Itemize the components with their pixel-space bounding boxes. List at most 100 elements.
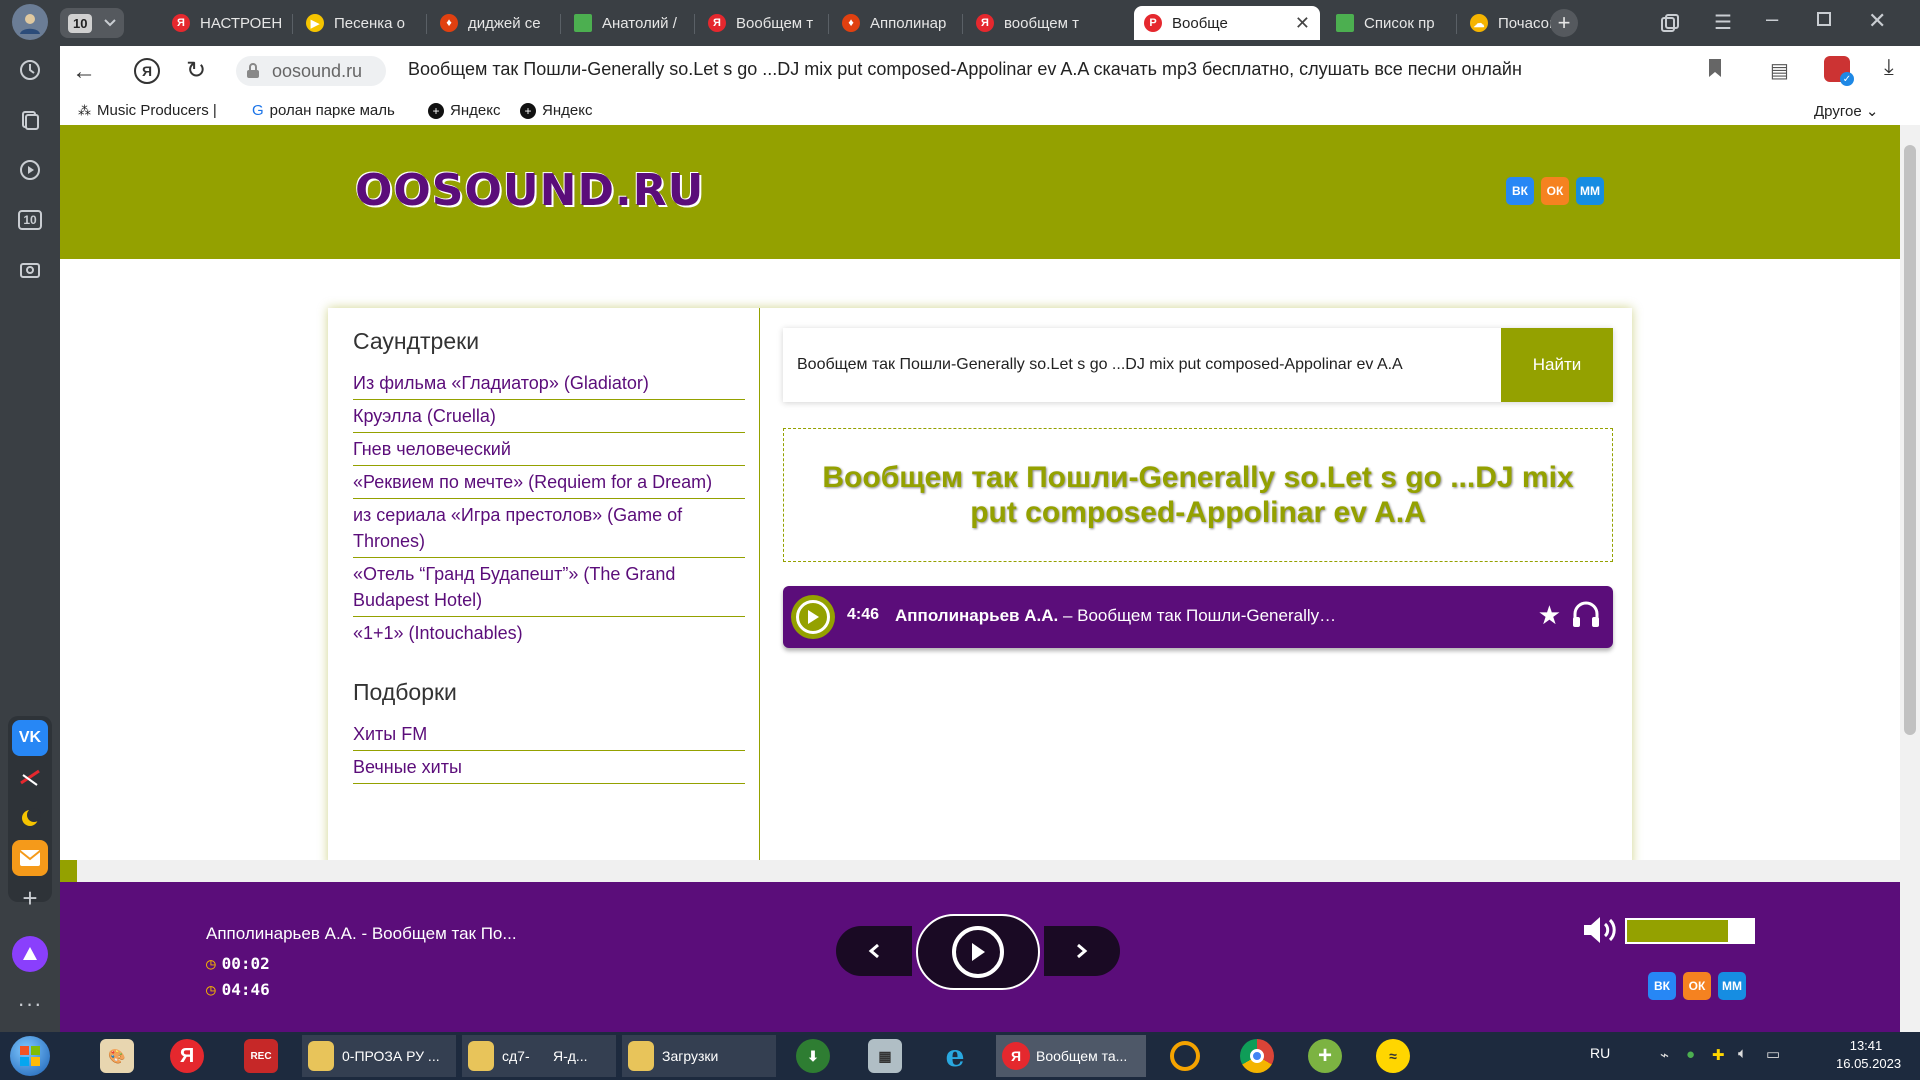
tabs-counter-icon[interactable]: 10 xyxy=(12,202,48,238)
tab-6[interactable]: ♦ Апполинар xyxy=(832,6,962,40)
music-app-icon[interactable] xyxy=(12,760,48,796)
tab-active[interactable]: P Вообще ✕ xyxy=(1134,6,1320,40)
taskbar-plus-app[interactable]: + xyxy=(1308,1035,1342,1077)
bookmarks-panel-icon[interactable] xyxy=(1660,13,1682,33)
taskbar-yandex[interactable]: Я xyxy=(170,1035,204,1077)
nav-link-cruella[interactable]: Круэлла (Cruella) xyxy=(353,400,745,433)
start-button[interactable] xyxy=(10,1036,50,1076)
tray-clock[interactable]: 13:41 16.05.2023 xyxy=(1836,1038,1901,1071)
search-button[interactable]: Найти xyxy=(1501,328,1613,402)
tray-network-icon[interactable]: ⌁ xyxy=(1660,1046,1669,1064)
tray-volume-icon[interactable]: 🔈︎ xyxy=(1738,1045,1747,1062)
minimize-icon[interactable]: – xyxy=(1766,6,1778,32)
next-button[interactable] xyxy=(1044,926,1120,976)
ok-share-icon[interactable]: ОК xyxy=(1683,972,1711,1000)
taskbar-chrome[interactable] xyxy=(1240,1035,1274,1077)
reload-icon[interactable]: ↻ xyxy=(186,56,206,85)
play-pause-button[interactable] xyxy=(916,914,1040,990)
mail-app-icon[interactable] xyxy=(12,840,48,876)
nav-link-vechnye-hity[interactable]: Вечные хиты xyxy=(353,751,745,784)
tab-7[interactable]: Явообщем т xyxy=(966,6,1096,40)
tray-plus-icon[interactable]: ✚ xyxy=(1712,1046,1725,1064)
more-icon[interactable]: ··· xyxy=(12,986,48,1022)
mailru-share-icon[interactable]: ММ xyxy=(1718,972,1746,1000)
vk-share-icon[interactable]: ВК xyxy=(1648,972,1676,1000)
player-progress-track[interactable] xyxy=(60,860,1900,882)
taskbar-recorder[interactable]: REC xyxy=(244,1035,278,1077)
weather-app-icon[interactable] xyxy=(12,800,48,836)
bookmark-music-producers[interactable]: ⁂ Music Producers | xyxy=(78,102,217,119)
mailru-share-icon[interactable]: ММ xyxy=(1576,177,1604,205)
taskbar-yellow-app[interactable]: ≈ xyxy=(1376,1035,1410,1077)
maximize-icon[interactable] xyxy=(1817,12,1831,26)
tab-4[interactable]: Анатолий / xyxy=(564,6,694,40)
tab-3[interactable]: ♦ диджей се xyxy=(430,6,560,40)
site-logo[interactable]: OOSOUND.RU xyxy=(355,165,704,216)
ok-share-icon[interactable]: ОК xyxy=(1541,177,1569,205)
chrome-icon xyxy=(1240,1039,1274,1073)
tab-9[interactable]: Список пр xyxy=(1326,6,1456,40)
reader-icon[interactable]: ▤ xyxy=(1770,58,1789,83)
bookmarks-other[interactable]: Другое ⌄ xyxy=(1814,102,1878,120)
yandex-home-icon[interactable]: Я xyxy=(134,58,160,84)
back-icon[interactable]: ← xyxy=(72,58,96,86)
track-duration: 4:46 xyxy=(847,606,880,623)
collections-icon[interactable] xyxy=(12,102,48,138)
download-icon[interactable]: ⤓ xyxy=(1884,54,1894,80)
headphones-icon[interactable] xyxy=(1571,600,1601,633)
add-app-icon[interactable]: + xyxy=(12,880,48,916)
page-title[interactable]: Вообщем так Пошли-Generally so.Let s go … xyxy=(408,59,1738,80)
nav-link-grand-budapest[interactable]: «Отель “Гранд Будапешт”» (The Grand Buda… xyxy=(353,558,745,617)
taskbar-window-proza[interactable]: 0-ПРОЗА РУ ... xyxy=(302,1035,456,1077)
bookmark-yandex-2[interactable]: + Яндекс xyxy=(520,102,592,119)
domain-pill[interactable]: oosound.ru xyxy=(236,56,386,86)
language-indicator[interactable]: RU xyxy=(1590,1045,1610,1061)
taskbar-window-sd7[interactable]: сд7- Я-д... xyxy=(462,1035,616,1077)
track-row[interactable]: 4:46 Апполинарьев А.А. – Вообщем так Пош… xyxy=(783,586,1613,648)
menu-icon[interactable]: ☰ xyxy=(1714,10,1732,35)
extension-icon[interactable]: ✓ xyxy=(1824,56,1854,86)
close-tab-icon[interactable]: ✕ xyxy=(1295,13,1310,34)
tray-app-icon[interactable]: ● xyxy=(1686,1046,1695,1063)
alice-assistant-icon[interactable] xyxy=(12,936,48,972)
vk-share-icon[interactable]: ВК xyxy=(1506,177,1534,205)
taskbar-app-ring[interactable] xyxy=(1170,1035,1200,1077)
nav-link-gladiator[interactable]: Из фильма «Гладиатор» (Gladiator) xyxy=(353,367,745,400)
tab-2[interactable]: ▶ Песенка о xyxy=(296,6,426,40)
taskbar-window-browser[interactable]: Я Вообщем та... xyxy=(996,1035,1146,1077)
nav-link-wrath-of-man[interactable]: Гнев человеческий xyxy=(353,433,745,466)
profile-avatar[interactable] xyxy=(12,4,48,40)
scrollbar-thumb[interactable] xyxy=(1904,145,1916,735)
nav-link-hity-fm[interactable]: Хиты FM xyxy=(353,718,745,751)
bookmark-rolan[interactable]: Gролан парке маль xyxy=(252,102,402,119)
close-window-icon[interactable]: ✕ xyxy=(1868,8,1886,34)
taskbar-ie[interactable]: e xyxy=(938,1035,972,1077)
tab-5[interactable]: Я Вообщем т xyxy=(698,6,828,40)
prev-button[interactable] xyxy=(836,926,912,976)
tab-counter-button[interactable]: 10 xyxy=(60,8,124,38)
taskbar-paint[interactable]: 🎨 xyxy=(100,1035,134,1077)
nav-link-game-of-thrones[interactable]: из сериала «Игра престолов» (Game of Thr… xyxy=(353,499,745,558)
page-scrollbar[interactable] xyxy=(1900,125,1920,1032)
new-tab-button[interactable]: + xyxy=(1550,9,1578,37)
volume-icon[interactable] xyxy=(1582,914,1620,951)
track-title[interactable]: Апполинарьев А.А. – Вообщем так Пошли-Ge… xyxy=(895,606,1336,626)
nav-link-intouchables[interactable]: «1+1» (Intouchables) xyxy=(353,617,745,649)
taskbar-download-manager[interactable]: ⬇ xyxy=(796,1035,830,1077)
volume-slider[interactable] xyxy=(1625,918,1755,944)
tray-display-icon[interactable]: ▭ xyxy=(1766,1045,1780,1063)
star-icon[interactable]: ★ xyxy=(1538,600,1561,631)
nav-link-requiem[interactable]: «Реквием по мечте» (Requiem for a Dream) xyxy=(353,466,745,499)
taskbar-calculator[interactable]: ▦ xyxy=(868,1035,902,1077)
bookmark-yandex-1[interactable]: + Яндекс xyxy=(428,102,500,119)
history-icon[interactable] xyxy=(12,52,48,88)
track-play-button[interactable] xyxy=(791,595,835,639)
search-input[interactable] xyxy=(783,328,1503,402)
bookmark-icon[interactable] xyxy=(1708,58,1722,83)
taskbar-window-downloads[interactable]: Загрузки xyxy=(622,1035,776,1077)
tab-1[interactable]: Я НАСТРОЕН xyxy=(162,6,292,40)
vk-app-icon[interactable]: VK xyxy=(12,720,48,756)
song-heading-box: Вообщем так Пошли-Generally so.Let s go … xyxy=(783,428,1613,562)
video-play-icon[interactable] xyxy=(12,152,48,188)
screenshot-icon[interactable] xyxy=(12,252,48,288)
